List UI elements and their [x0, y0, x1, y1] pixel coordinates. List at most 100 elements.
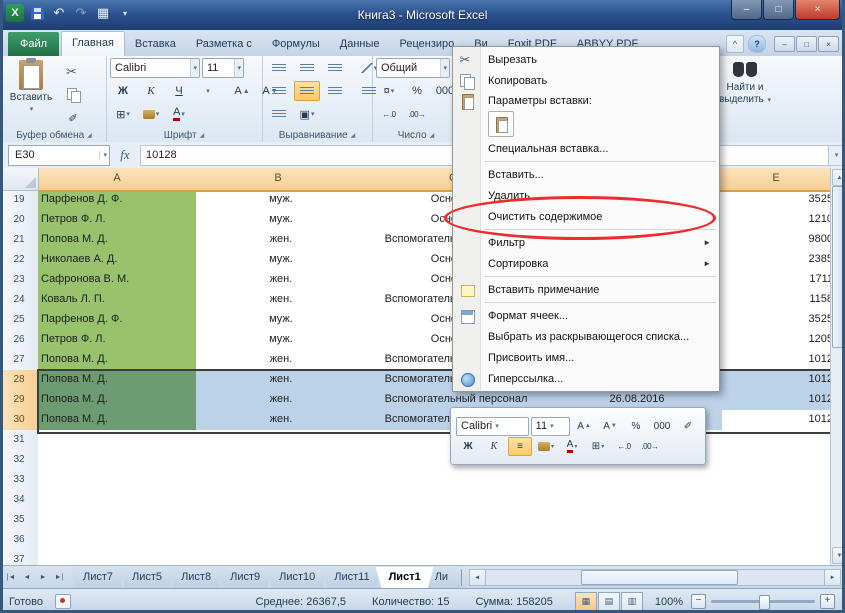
bold-button[interactable]: Ж: [110, 81, 136, 101]
align-middle-button[interactable]: [294, 58, 320, 78]
cell-B24[interactable]: жен.: [196, 290, 367, 311]
sheet-tab-1[interactable]: Лист7: [70, 567, 126, 588]
close-button[interactable]: ×: [795, 0, 840, 20]
column-header-A[interactable]: A: [38, 168, 197, 192]
minimize-button[interactable]: –: [731, 0, 762, 20]
cell-E32[interactable]: [722, 450, 837, 471]
cell-B20[interactable]: муж.: [196, 210, 367, 231]
mini-bold-button[interactable]: Ж: [456, 437, 480, 456]
row-header-24[interactable]: 24: [0, 290, 39, 311]
ribbon-tab-2[interactable]: Главная: [61, 31, 125, 56]
cell-B32[interactable]: [196, 450, 367, 471]
cell-C37[interactable]: [360, 550, 553, 565]
cut-button[interactable]: [60, 62, 86, 82]
horizontal-scroll-track[interactable]: [485, 569, 824, 586]
insert-function-button[interactable]: fx: [110, 147, 140, 163]
cell-A21[interactable]: Попова М. Д.: [38, 230, 203, 251]
cell-B23[interactable]: жен.: [196, 270, 367, 291]
menu-item-13[interactable]: Вставить примечание: [453, 279, 719, 300]
menu-item-1[interactable]: Копировать: [453, 70, 719, 91]
cell-A37[interactable]: [38, 550, 203, 565]
row-header-19[interactable]: 19: [0, 190, 39, 211]
first-sheet-icon[interactable]: |◄: [4, 570, 18, 585]
number-format-select[interactable]: Общий ▾: [376, 58, 450, 78]
cell-A36[interactable]: [38, 530, 203, 551]
font-size-select[interactable]: 11 ▾: [202, 58, 244, 78]
sheet-tab-3[interactable]: Лист8: [168, 567, 224, 588]
mini-borders-button[interactable]: ⊞ ▾: [586, 437, 610, 456]
row-header-32[interactable]: 32: [0, 450, 39, 471]
menu-item-18[interactable]: Гиперссылка...: [453, 368, 719, 389]
cell-E25[interactable]: 3525: [722, 310, 837, 331]
row-header-37[interactable]: 37: [0, 550, 39, 565]
row-header-36[interactable]: 36: [0, 530, 39, 551]
row-header-23[interactable]: 23: [0, 270, 39, 291]
menu-item-6[interactable]: Вставить...: [453, 164, 719, 185]
align-bottom-button[interactable]: [322, 58, 348, 78]
menu-item-8[interactable]: Очистить содержимое: [453, 206, 719, 227]
name-box[interactable]: E30 ▾: [8, 144, 110, 166]
normal-view-button[interactable]: ▦: [574, 592, 597, 611]
cell-A24[interactable]: Коваль Л. П.: [38, 290, 203, 311]
cell-B26[interactable]: муж.: [196, 330, 367, 351]
sheet-tab-6[interactable]: Лист11: [321, 567, 382, 588]
borders-button[interactable]: ⊞ ▾: [110, 104, 136, 124]
workbook-restore-button[interactable]: □: [796, 36, 817, 52]
increase-font-button[interactable]: А ▲: [229, 81, 255, 101]
mini-font-name-select[interactable]: Calibri ▾: [456, 416, 529, 436]
mini-font-size-select[interactable]: 11 ▾: [530, 416, 570, 436]
row-header-29[interactable]: 29: [0, 390, 40, 411]
cell-E36[interactable]: [722, 530, 837, 551]
mini-fill-color-button[interactable]: ▾: [534, 437, 558, 456]
align-left-button[interactable]: [266, 81, 292, 101]
column-header-E[interactable]: E: [722, 168, 831, 192]
alignment-dialog-launcher-icon[interactable]: ◢: [351, 132, 356, 139]
row-header-30[interactable]: 30: [0, 410, 40, 431]
wrap-text-button[interactable]: [266, 104, 292, 124]
cell-D37[interactable]: [546, 550, 729, 565]
sheet-tab-5[interactable]: Лист10: [266, 567, 328, 588]
horizontal-scroll-thumb[interactable]: [580, 570, 738, 585]
row-header-20[interactable]: 20: [0, 210, 39, 231]
mini-percent-button[interactable]: %: [624, 417, 648, 436]
cell-B21[interactable]: жен.: [196, 230, 367, 251]
cell-A32[interactable]: [38, 450, 203, 471]
cell-A34[interactable]: [38, 490, 203, 511]
row-header-33[interactable]: 33: [0, 470, 39, 491]
merge-center-button[interactable]: ▣ ▾: [294, 104, 320, 124]
column-header-B[interactable]: B: [196, 168, 361, 192]
row-header-34[interactable]: 34: [0, 490, 39, 511]
page-layout-view-button[interactable]: ▤: [597, 592, 620, 611]
cell-A22[interactable]: Николаев А. Д.: [38, 250, 203, 271]
paste-button[interactable]: Вставить ▾: [7, 58, 55, 122]
cell-B36[interactable]: [196, 530, 367, 551]
mini-thousands-button[interactable]: 000: [650, 417, 674, 436]
currency-button[interactable]: ¤ ▾: [376, 81, 402, 101]
row-header-35[interactable]: 35: [0, 510, 39, 531]
page-break-view-button[interactable]: ▥: [620, 592, 643, 611]
cell-E31[interactable]: [722, 430, 837, 451]
cell-A30[interactable]: Попова М. Д.: [38, 410, 203, 431]
cell-B27[interactable]: жен.: [196, 350, 367, 371]
cell-B19[interactable]: муж.: [196, 190, 367, 211]
workbook-close-button[interactable]: ×: [818, 36, 839, 52]
cell-A35[interactable]: [38, 510, 203, 531]
fill-color-button[interactable]: ▾: [138, 104, 164, 124]
cell-E34[interactable]: [722, 490, 837, 511]
sheet-tab-2[interactable]: Лист5: [119, 567, 175, 588]
underline-button[interactable]: Ч: [166, 81, 192, 101]
menu-item-10[interactable]: Фильтр ►: [453, 232, 719, 253]
cell-D35[interactable]: [546, 510, 729, 531]
macro-record-icon[interactable]: [54, 594, 71, 609]
row-header-22[interactable]: 22: [0, 250, 39, 271]
help-icon[interactable]: ?: [748, 35, 766, 53]
mini-format-painter-button[interactable]: ✐: [676, 417, 700, 436]
menu-item-17[interactable]: Присвоить имя...: [453, 347, 719, 368]
select-all-corner[interactable]: [0, 168, 39, 191]
menu-item-15[interactable]: Формат ячеек...: [453, 305, 719, 326]
align-top-button[interactable]: [266, 58, 292, 78]
cell-B28[interactable]: жен.: [196, 370, 367, 391]
zoom-level-label[interactable]: 100%: [655, 596, 683, 608]
cell-A28[interactable]: Попова М. Д.: [38, 370, 203, 391]
cell-A26[interactable]: Петров Ф. Л.: [38, 330, 203, 351]
